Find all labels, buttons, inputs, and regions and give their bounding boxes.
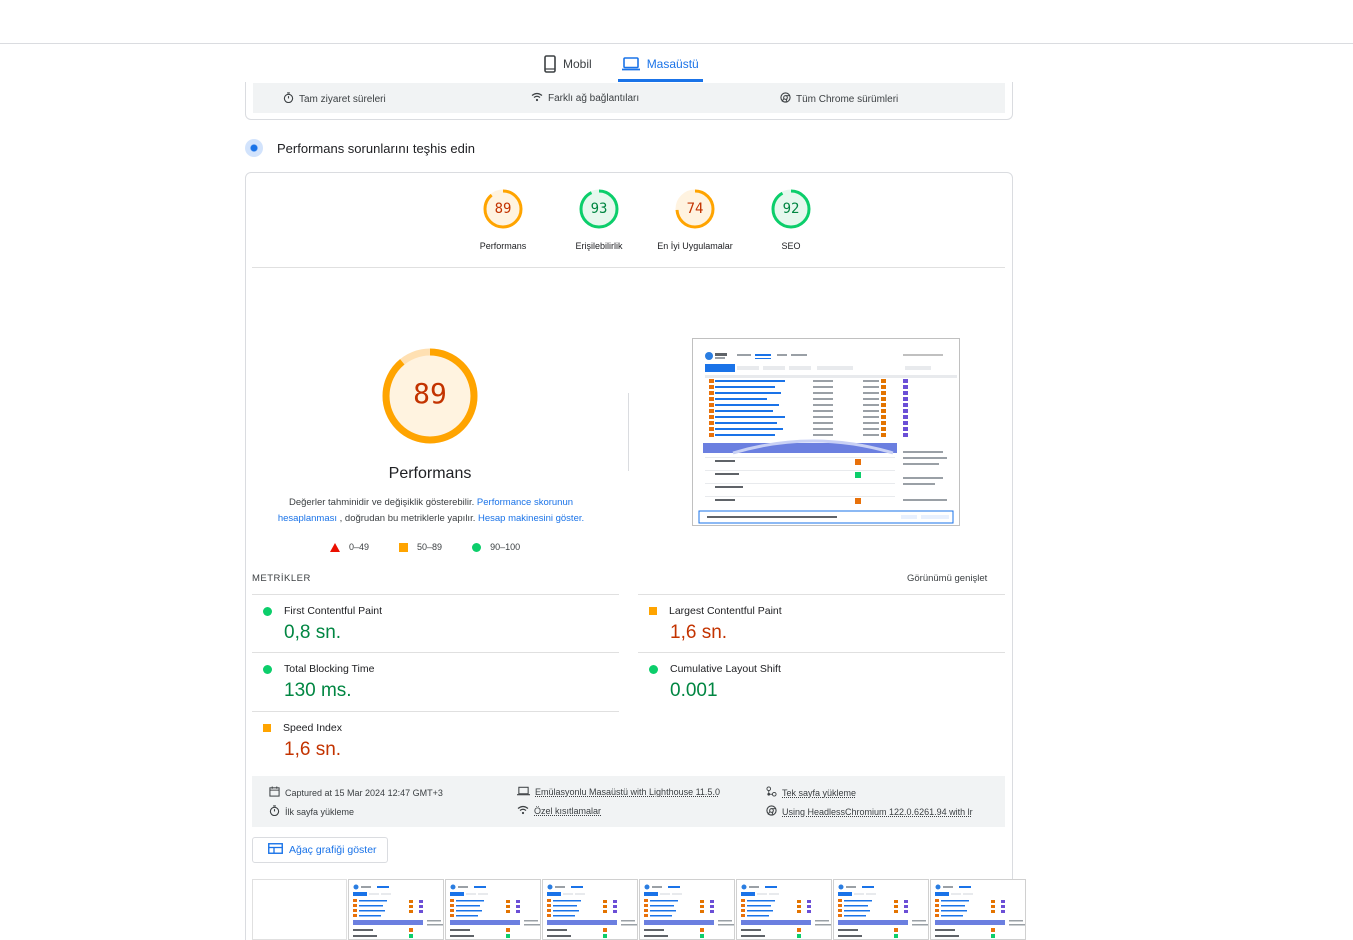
- info-single-page[interactable]: Tek sayfa yükleme: [766, 786, 856, 799]
- phone-icon: [544, 55, 556, 73]
- field-item-visit-durations: Tam ziyaret süreleri: [283, 92, 386, 106]
- final-screenshot[interactable]: [692, 338, 960, 526]
- info-captured: Captured at 15 Mar 2024 12:47 GMT+3: [269, 786, 443, 799]
- average-square-icon: [263, 724, 271, 732]
- page-preview-image: [693, 339, 959, 525]
- metric-tbt: Total Blocking Time 130 ms.: [252, 652, 619, 710]
- performance-score: 89: [413, 377, 447, 410]
- treemap-icon: [268, 843, 283, 857]
- metric-lcp: Largest Contentful Paint 1,6 sn.: [638, 594, 1005, 652]
- average-square-icon: [649, 607, 657, 615]
- run-info-strip: Captured at 15 Mar 2024 12:47 GMT+3 İlk …: [252, 776, 1005, 827]
- info-throttling[interactable]: Özel kısıtlamalar: [517, 805, 601, 817]
- metric-value: 1,6 sn.: [284, 739, 342, 760]
- diagnose-section-title: Performans sorunlarını teşhis edin: [245, 139, 475, 157]
- top-bar: [0, 0, 1353, 44]
- gauge-best-practices[interactable]: 74 En İyi Uygulamalar: [647, 188, 743, 251]
- category-gauges: 89 Performans 93 Erişilebilirlik 74 En İ…: [455, 188, 839, 251]
- filmstrip-frame: [445, 879, 541, 940]
- good-circle-icon: [263, 664, 272, 674]
- gauge-seo[interactable]: 92 SEO: [743, 188, 839, 251]
- filmstrip-frame: [930, 879, 1026, 940]
- legend-average: 50–89: [399, 542, 442, 552]
- field-item-chrome-versions: Tüm Chrome sürümleri: [780, 92, 898, 106]
- stopwatch-icon: [283, 92, 294, 106]
- wifi-icon: [531, 92, 543, 105]
- filmstrip: [252, 879, 1028, 940]
- circle-icon: [472, 542, 482, 552]
- wifi-icon: [517, 805, 529, 817]
- expand-view-toggle[interactable]: Görünümü genişlet: [907, 573, 987, 584]
- laptop-icon: [621, 56, 640, 71]
- tab-desktop-label: Masaüstü: [646, 56, 699, 71]
- metric-cls: Cumulative Layout Shift 0.001: [638, 652, 1005, 710]
- calculator-link[interactable]: Hesap makinesini göster.: [478, 513, 584, 524]
- score-legend: 0–49 50–89 90–100: [330, 542, 520, 552]
- filmstrip-frame: [833, 879, 929, 940]
- metric-value: 130 ms.: [284, 680, 352, 701]
- vertical-divider: [628, 393, 629, 471]
- calendar-icon: [269, 786, 280, 799]
- metric-value: 0,8 sn.: [284, 622, 342, 643]
- chrome-icon: [766, 805, 777, 818]
- filmstrip-frame-blank: [252, 879, 347, 940]
- gauge-performance[interactable]: 89 Performans: [455, 188, 551, 251]
- triangle-icon: [330, 542, 340, 552]
- good-circle-icon: [263, 606, 272, 616]
- treemap-button[interactable]: Ağaç grafiği göster: [252, 837, 388, 863]
- performance-description: Değerler tahminidir ve değişiklik göster…: [277, 497, 585, 524]
- metric-speed-index: Speed Index 1,6 sn.: [252, 711, 619, 769]
- device-tabs: Mobil Masaüstü: [540, 48, 703, 82]
- filmstrip-frame: [348, 879, 444, 940]
- metric-value: 1,6 sn.: [670, 622, 728, 643]
- legend-bad: 0–49: [330, 542, 369, 552]
- nodes-icon: [766, 786, 777, 799]
- metrics-title: METRİKLER: [252, 573, 311, 584]
- info-first-load: İlk sayfa yükleme: [269, 805, 354, 818]
- performance-label: Performans: [388, 465, 472, 482]
- legend-good: 90–100: [472, 542, 520, 552]
- info-emulation[interactable]: Emülasyonlu Masaüstü with Lighthouse 11.…: [517, 786, 720, 798]
- metric-fcp: First Contentful Paint 0,8 sn.: [252, 594, 619, 652]
- chrome-icon: [780, 92, 791, 106]
- stopwatch-icon: [269, 805, 280, 818]
- square-icon: [399, 542, 409, 552]
- laptop-icon: [517, 786, 530, 798]
- tab-mobile-label: Mobil: [563, 57, 592, 71]
- divider: [252, 267, 1005, 268]
- info-browser[interactable]: Using HeadlessChromium 122.0.6261.94 wit…: [766, 805, 973, 818]
- lab-data-icon: [245, 139, 263, 157]
- field-data-card: Tam ziyaret süreleri Farklı ağ bağlantıl…: [245, 82, 1013, 120]
- good-circle-icon: [649, 664, 658, 674]
- filmstrip-frame: [639, 879, 735, 940]
- tab-desktop[interactable]: Masaüstü: [617, 48, 703, 82]
- gauge-accessibility[interactable]: 93 Erişilebilirlik: [551, 188, 647, 251]
- field-data-info-strip: Tam ziyaret süreleri Farklı ağ bağlantıl…: [253, 83, 1005, 113]
- field-item-network: Farklı ağ bağlantıları: [531, 92, 639, 105]
- filmstrip-frame: [736, 879, 832, 940]
- filmstrip-frame: [542, 879, 638, 940]
- tab-mobile[interactable]: Mobil: [540, 48, 596, 80]
- metric-value: 0.001: [670, 680, 718, 701]
